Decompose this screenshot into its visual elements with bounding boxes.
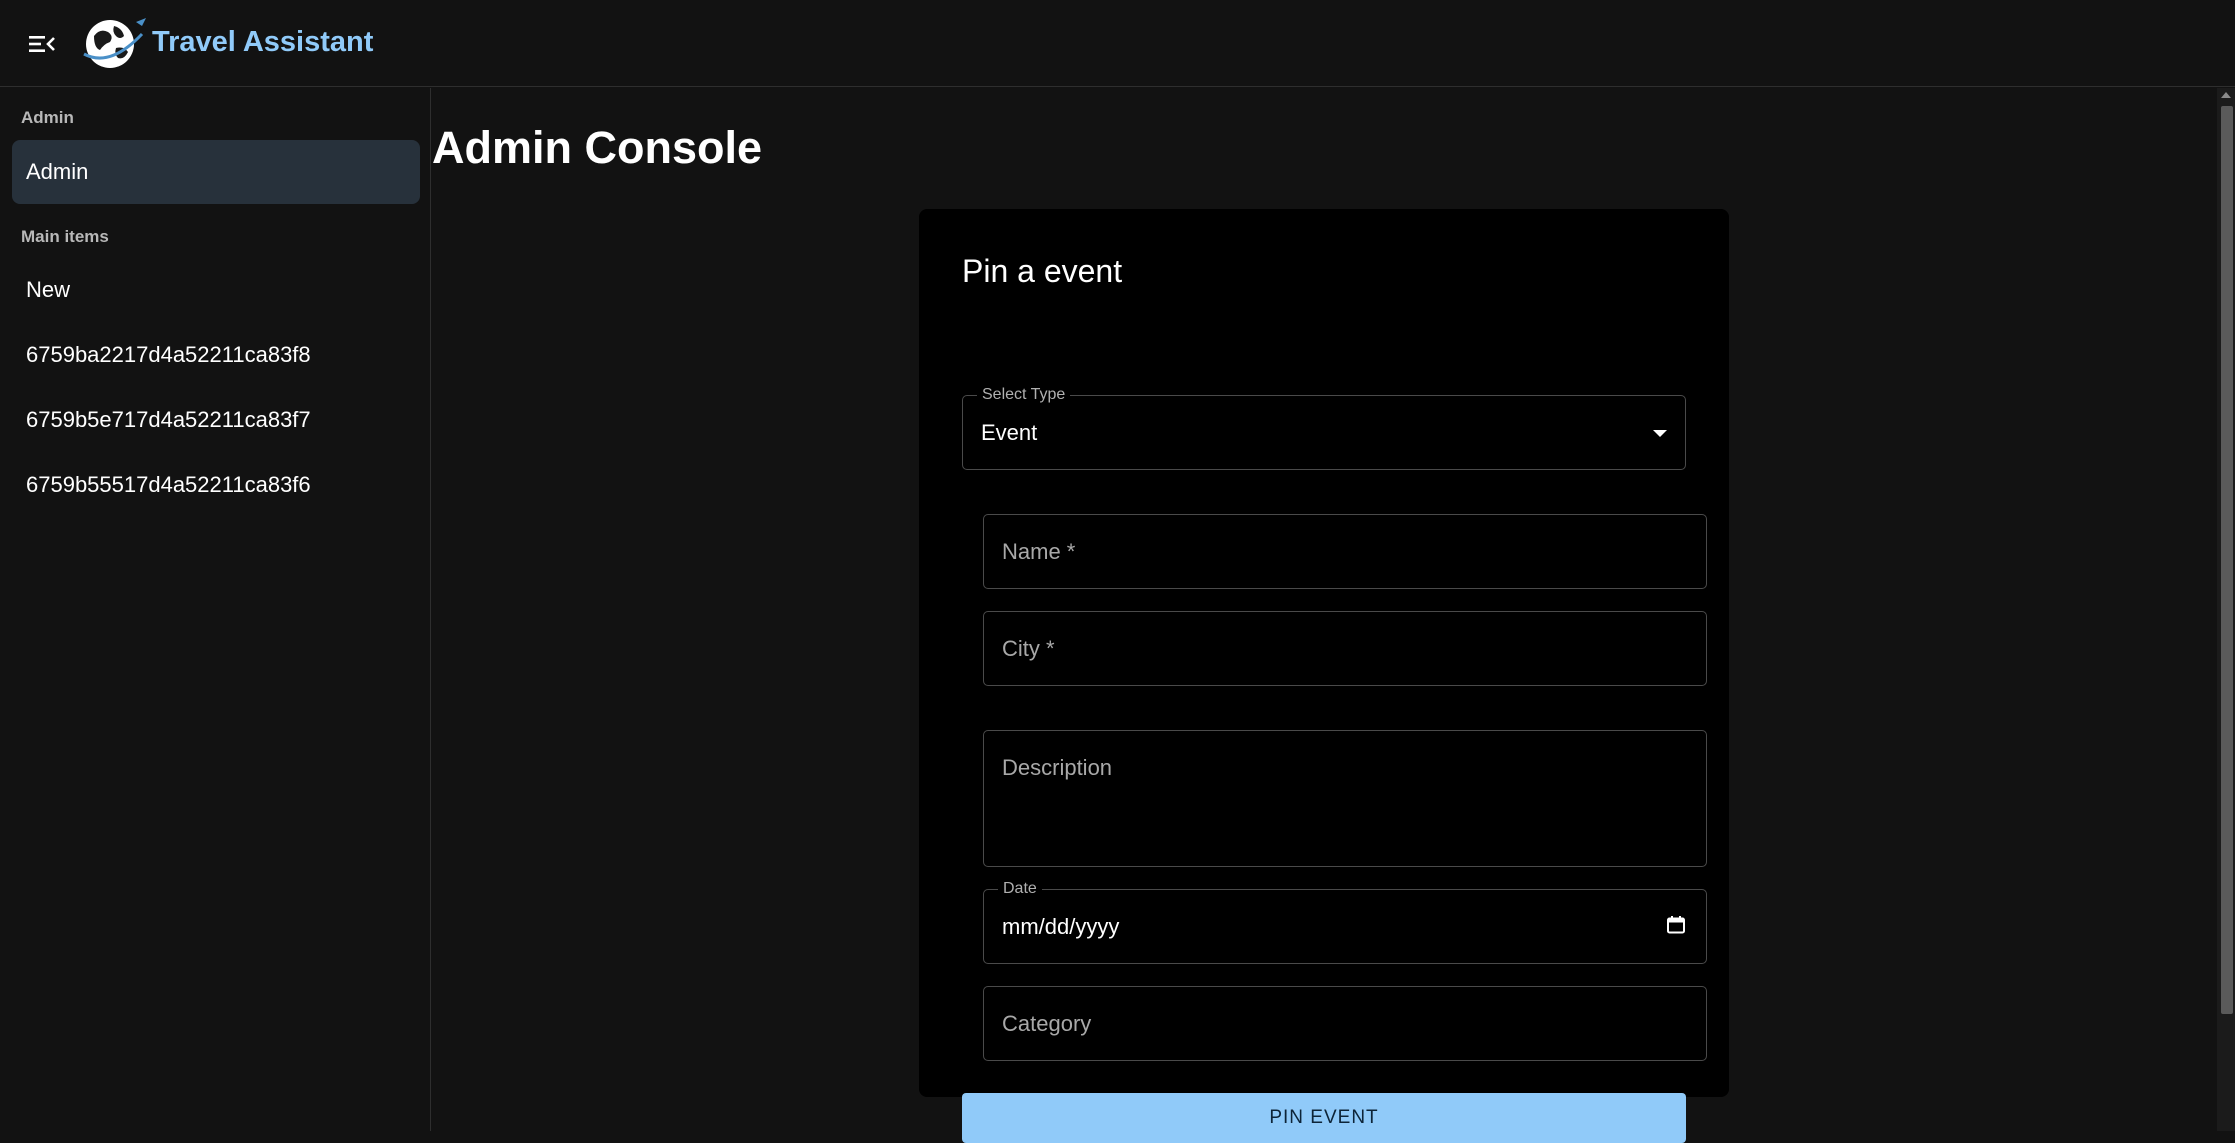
- sidebar-item-new[interactable]: New: [12, 258, 420, 322]
- category-placeholder: Category: [1002, 1010, 1092, 1036]
- sidebar: Admin Admin Main items New 6759ba2217d4a…: [0, 88, 431, 1131]
- form-title: Pin a event: [962, 253, 1123, 289]
- page-scrollbar[interactable]: [2217, 88, 2235, 1131]
- date-field[interactable]: Date mm/dd/yyyy: [983, 880, 1707, 964]
- sidebar-section-admin: Admin: [21, 108, 74, 127]
- dropdown-arrow-icon: [1653, 429, 1667, 437]
- scroll-up-arrow-icon[interactable]: [2221, 92, 2231, 98]
- scroll-thumb[interactable]: [2221, 106, 2233, 1014]
- date-value: mm/dd/yyyy: [1002, 913, 1120, 939]
- sidebar-item-6759b55517d4a52211ca83f6[interactable]: 6759b55517d4a52211ca83f6: [12, 453, 420, 517]
- city-placeholder: City *: [1002, 635, 1055, 661]
- page-title: Admin Console: [432, 122, 763, 173]
- main-content: Admin Console Pin a event Select Type Ev…: [432, 88, 2217, 1143]
- app-title[interactable]: Travel Assistant: [152, 26, 373, 59]
- date-label: Date: [998, 880, 1042, 898]
- category-field[interactable]: Category: [983, 986, 1707, 1061]
- app-bar: Travel Assistant: [0, 0, 2235, 87]
- globe-airplane-logo: [80, 14, 148, 72]
- name-placeholder: Name *: [1002, 538, 1076, 564]
- sidebar-item-6759ba2217d4a52211ca83f8[interactable]: 6759ba2217d4a52211ca83f8: [12, 323, 420, 387]
- sidebar-item-6759b5e717d4a52211ca83f7[interactable]: 6759b5e717d4a52211ca83f7: [12, 388, 420, 452]
- select-type-dropdown[interactable]: Select Type Event: [962, 386, 1686, 470]
- name-field[interactable]: Name *: [983, 514, 1707, 589]
- sidebar-item-admin[interactable]: Admin: [12, 140, 420, 204]
- description-placeholder: Description: [1002, 755, 1113, 780]
- description-field[interactable]: Description: [983, 730, 1707, 867]
- pin-event-card: Pin a event Select Type Event Name * Cit…: [919, 209, 1729, 1143]
- select-type-label: Select Type: [977, 386, 1071, 404]
- menu-open-icon[interactable]: [24, 26, 60, 62]
- city-field[interactable]: City *: [983, 611, 1707, 686]
- select-type-value: Event: [981, 419, 1038, 445]
- pin-event-button[interactable]: PIN EVENT: [962, 1093, 1686, 1143]
- sidebar-section-main-items: Main items: [21, 227, 109, 246]
- calendar-icon[interactable]: [1666, 914, 1686, 939]
